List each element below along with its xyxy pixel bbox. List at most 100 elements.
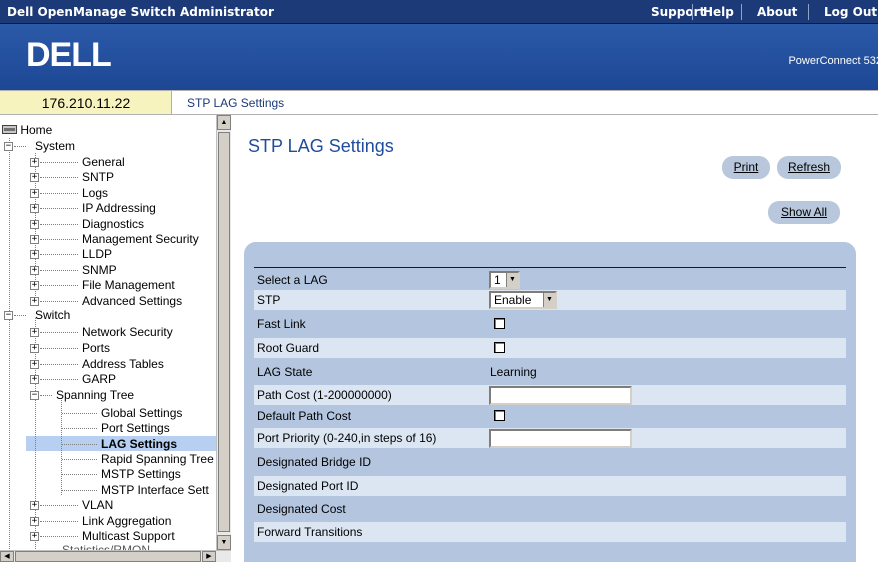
- row-root-guard: Root Guard: [254, 338, 846, 358]
- tree-item-general[interactable]: General: [82, 155, 125, 170]
- top-separator: [692, 4, 693, 20]
- path-cost-label: Path Cost (1-200000000): [257, 388, 392, 402]
- scroll-thumb[interactable]: [15, 551, 201, 562]
- expand-icon[interactable]: +: [30, 359, 39, 369]
- path-cost-input[interactable]: [489, 386, 632, 405]
- expand-icon[interactable]: +: [30, 343, 39, 353]
- tree-item-global-settings[interactable]: Global Settings: [101, 406, 182, 421]
- tree-item-file-management[interactable]: File Management: [82, 278, 175, 293]
- tree-connector: [62, 489, 97, 491]
- row-forward-transitions: Forward Transitions: [254, 522, 846, 542]
- tree-horizontal-scrollbar[interactable]: ◀ ▶: [0, 550, 231, 562]
- tree-connector: [62, 474, 97, 476]
- help-link[interactable]: Help: [703, 5, 734, 19]
- tree-item-address-tables[interactable]: Address Tables: [82, 357, 164, 372]
- tree-connector: [14, 146, 26, 147]
- expand-icon[interactable]: +: [30, 532, 39, 541]
- expand-icon[interactable]: +: [30, 204, 39, 214]
- tree-item-mstp-interface-sett[interactable]: MSTP Interface Sett: [101, 483, 209, 498]
- tree-item-network-security[interactable]: Network Security: [82, 325, 173, 340]
- expand-icon[interactable]: +: [30, 296, 39, 306]
- collapse-icon[interactable]: −: [4, 311, 13, 320]
- row-designated-cost: Designated Cost: [254, 499, 846, 519]
- expand-icon[interactable]: +: [30, 250, 39, 260]
- expand-icon[interactable]: +: [30, 173, 39, 183]
- expand-icon[interactable]: +: [30, 265, 39, 275]
- port-priority-label: Port Priority (0-240,in steps of 16): [257, 431, 437, 445]
- tree-item-advanced-settings[interactable]: Advanced Settings: [82, 294, 182, 309]
- show-all-button-label: Show All: [780, 205, 828, 219]
- app-window: Dell OpenManage Switch Administrator Sup…: [0, 0, 878, 562]
- tree-vertical-scrollbar[interactable]: ▲ ▼: [216, 115, 231, 550]
- root-guard-label: Root Guard: [257, 341, 320, 355]
- expand-icon[interactable]: +: [30, 516, 39, 526]
- scroll-thumb[interactable]: [218, 132, 230, 532]
- tree-item-snmp[interactable]: SNMP: [82, 263, 117, 278]
- expand-icon[interactable]: +: [30, 328, 39, 337]
- tree-item-lag-settings[interactable]: LAG Settings: [101, 437, 177, 452]
- root-guard-checkbox[interactable]: [494, 342, 505, 353]
- tree-item-management-security[interactable]: Management Security: [82, 232, 199, 247]
- tree-item-system[interactable]: System: [35, 139, 75, 154]
- tree-connector: [40, 395, 52, 396]
- support-link[interactable]: Support: [651, 5, 705, 19]
- expand-icon[interactable]: +: [30, 281, 39, 291]
- expand-icon[interactable]: +: [30, 375, 39, 385]
- app-title: Dell OpenManage Switch Administrator: [7, 5, 274, 19]
- logo-text: DELL: [26, 36, 111, 74]
- tree-item-diagnostics[interactable]: Diagnostics: [82, 217, 144, 232]
- row-select-lag: Select a LAG 1 ▼: [254, 270, 846, 290]
- scroll-up-icon[interactable]: ▲: [217, 115, 231, 130]
- tree-item-port-settings[interactable]: Port Settings: [101, 421, 170, 436]
- scroll-right-icon[interactable]: ▶: [202, 551, 216, 562]
- expand-icon[interactable]: +: [30, 188, 39, 198]
- tree-connector: [40, 536, 78, 537]
- designated-bridge-id-label: Designated Bridge ID: [257, 455, 372, 469]
- show-all-button[interactable]: Show All: [768, 201, 840, 224]
- about-link[interactable]: About: [757, 5, 797, 19]
- dell-logo: DELL: [26, 36, 112, 74]
- default-path-cost-checkbox[interactable]: [494, 410, 505, 421]
- tree-item-logs[interactable]: Logs: [82, 186, 108, 201]
- expand-icon[interactable]: +: [30, 158, 39, 167]
- collapse-icon[interactable]: −: [4, 142, 13, 151]
- tree-item-link-aggregation[interactable]: Link Aggregation: [82, 514, 171, 529]
- tree-item-spanning-tree[interactable]: Spanning Tree: [56, 388, 134, 403]
- tree-item-ip-addressing[interactable]: IP Addressing: [82, 201, 156, 216]
- refresh-button[interactable]: Refresh: [777, 156, 841, 179]
- expand-icon[interactable]: +: [30, 235, 39, 244]
- expand-icon[interactable]: +: [30, 219, 39, 229]
- navigation-tree: Home − System + General + SNTP + Logs + IP Addr…: [0, 115, 231, 562]
- port-priority-input[interactable]: [489, 429, 632, 448]
- tree-item-multicast-support[interactable]: Multicast Support: [82, 529, 175, 544]
- tree-item-lldp[interactable]: LLDP: [82, 247, 112, 262]
- stp-dropdown[interactable]: Enable ▼: [489, 291, 557, 309]
- select-lag-value: 1: [494, 273, 501, 287]
- print-button-label: Print: [733, 160, 759, 174]
- switch-device-icon: [2, 125, 17, 134]
- select-lag-dropdown[interactable]: 1 ▼: [489, 271, 520, 289]
- collapse-icon[interactable]: −: [30, 391, 39, 400]
- row-default-path-cost: Default Path Cost: [254, 406, 846, 426]
- tree-item-switch[interactable]: Switch: [35, 308, 70, 323]
- tree-item-mstp-settings[interactable]: MSTP Settings: [101, 467, 181, 482]
- expand-icon[interactable]: +: [30, 501, 39, 510]
- scroll-down-icon[interactable]: ▼: [217, 535, 231, 550]
- row-stp: STP Enable ▼: [254, 290, 846, 310]
- tree-item-garp[interactable]: GARP: [82, 372, 116, 387]
- tree-item-rapid-spanning-tree[interactable]: Rapid Spanning Tree: [101, 452, 214, 467]
- fast-link-checkbox[interactable]: [494, 318, 505, 329]
- tree-item-ports[interactable]: Ports: [82, 341, 110, 356]
- tree-item-sntp[interactable]: SNTP: [82, 170, 114, 185]
- tree-item-vlan[interactable]: VLAN: [82, 498, 113, 513]
- tree-connector: [40, 223, 78, 225]
- select-lag-label: Select a LAG: [257, 273, 328, 287]
- chevron-down-icon: ▼: [506, 273, 518, 287]
- print-button[interactable]: Print: [722, 156, 770, 179]
- logout-link[interactable]: Log Out: [824, 5, 877, 19]
- tree-connector: [40, 347, 78, 349]
- tree-item-home[interactable]: Home: [2, 123, 52, 138]
- tree-connector: [62, 458, 97, 460]
- forward-transitions-label: Forward Transitions: [257, 525, 363, 539]
- scroll-left-icon[interactable]: ◀: [0, 551, 14, 562]
